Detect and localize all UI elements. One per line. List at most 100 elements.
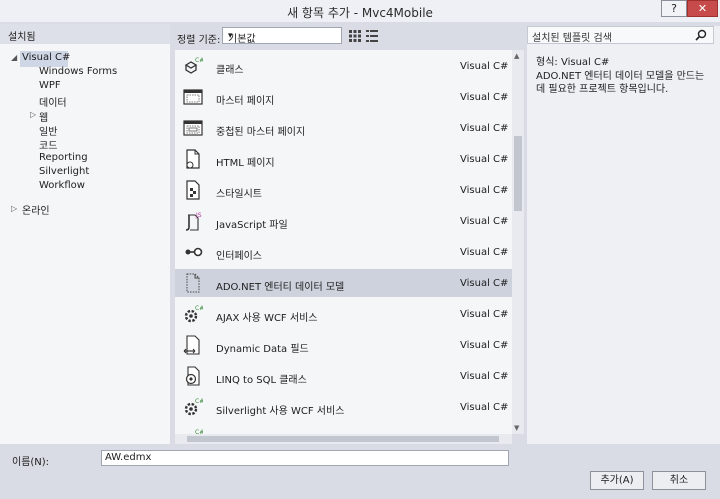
tree-item-visual-csharp[interactable]: Visual C# [22,52,70,63]
tree-item-general[interactable]: 일반 [39,123,57,138]
template-type: Visual C# [460,247,509,258]
svg-text:C#: C# [195,305,203,312]
cancel-button[interactable]: 취소 [652,471,706,490]
template-name: 클래스 [216,65,244,76]
medium-icons-view-icon[interactable] [349,30,361,42]
linq-to-sql-icon [185,366,200,386]
scroll-up-arrow-icon[interactable]: ▲ [514,52,519,60]
template-name: ADO.NET 엔터티 데이터 모델 [216,282,345,293]
template-row[interactable]: 인터페이스 Visual C# [175,238,512,266]
template-name: 마스터 페이지 [216,96,275,107]
installed-header-label: 설치됨 [8,32,36,43]
tree-item-online[interactable]: 온라인 [22,202,50,217]
type-value: Visual C# [560,57,610,68]
search-icon[interactable] [695,29,707,41]
tree-item-web[interactable]: 웹 [39,109,48,124]
title-bar: 새 항목 추가 - Mvc4Mobile ? ✕ [0,0,720,22]
template-row[interactable]: Dynamic Data 필드 Visual C# [175,331,512,359]
sort-label: 정렬 기준: [177,35,221,46]
template-name: LINQ to SQL 클래스 [216,375,307,386]
template-name: AJAX 사용 WCF 서비스 [216,313,318,324]
svg-text:C#: C# [195,57,203,64]
ado-net-model-icon [186,273,200,293]
list-view-icon[interactable] [366,30,378,42]
interface-icon [185,247,203,257]
details-pane: 설치된 템플릿 검색 형식: Visual C# ADO.NET 엔터티 데이터… [527,26,720,444]
scroll-down-arrow-icon[interactable]: ▼ [514,424,519,432]
category-pane: 설치됨 ◢ Visual C# Windows Forms WPF 데이터 ▷ … [0,24,170,444]
template-type: Visual C# [460,123,509,134]
tree-item-data[interactable]: 데이터 [39,94,67,109]
template-type: Visual C# [460,92,509,103]
template-name: Dynamic Data 필드 [216,344,309,355]
tree-item-code[interactable]: 코드 [39,137,57,152]
template-name: 스타일시트 [216,189,262,200]
tree-item-silverlight[interactable]: Silverlight [39,166,89,177]
template-type-info: 형식: Visual C# [536,53,609,68]
tree-item-reporting[interactable]: Reporting [39,152,88,163]
template-search-input[interactable]: 설치된 템플릿 검색 [527,26,714,44]
template-row[interactable]: 마스터 페이지 Visual C# [175,83,512,111]
template-type: Visual C# [460,371,509,382]
window-title: 새 항목 추가 - Mvc4Mobile [287,6,433,20]
template-row[interactable]: LINQ to SQL 클래스 Visual C# [175,362,512,390]
template-list-scrollbar[interactable]: ▲ ▼ [512,50,524,434]
template-list[interactable]: C# 클래스 Visual C# 마스터 페이지 Visual C# 중첩된 마… [175,50,512,434]
tree-item-windows-forms[interactable]: Windows Forms [39,66,117,77]
template-name: Silverlight 사용 WCF 서비스 [216,406,345,417]
template-row-partial[interactable]: C# [175,424,512,434]
name-label: 이름(N): [12,457,50,468]
stylesheet-icon [186,180,200,200]
template-name: HTML 페이지 [216,158,275,169]
svg-text:JS: JS [195,212,202,219]
close-button[interactable]: ✕ [687,0,718,17]
collapsed-arrow-icon[interactable]: ▷ [30,110,36,119]
template-type: Visual C# [460,61,509,72]
nested-master-page-icon [183,120,203,136]
silverlight-wcf-icon: C# [184,398,203,416]
search-placeholder: 설치된 템플릿 검색 [532,33,612,44]
template-type: Visual C# [460,216,509,227]
template-type: Visual C# [460,154,509,165]
template-row[interactable]: 중첩된 마스터 페이지 Visual C# [175,114,512,142]
template-row[interactable]: HTML 페이지 Visual C# [175,145,512,173]
collapsed-arrow-icon[interactable]: ▷ [11,204,17,213]
template-name: 인터페이스 [216,251,262,262]
horizontal-scrollbar-thumb[interactable] [187,436,499,442]
class-icon: C# [184,57,203,74]
master-page-icon [183,89,203,105]
template-name: 중첩된 마스터 페이지 [216,127,306,138]
tree-item-workflow[interactable]: Workflow [39,180,85,191]
wcf-service-icon: C# [184,305,203,323]
template-row[interactable]: C# Silverlight 사용 WCF 서비스 Visual C# [175,393,512,421]
add-button[interactable]: 추가(A) [590,471,644,490]
template-type: Visual C# [460,309,509,320]
scrollbar-thumb[interactable] [514,136,522,211]
template-type: Visual C# [460,278,509,289]
template-row[interactable]: C# 클래스 Visual C# [175,52,512,80]
dialog-footer: 이름(N): AW.edmx 추가(A) 취소 [0,444,720,499]
expand-arrow-icon[interactable]: ◢ [11,53,17,62]
template-type: Visual C# [460,185,509,196]
svg-text:C#: C# [195,398,203,405]
tree-item-wpf[interactable]: WPF [39,80,61,91]
sort-toolbar: 정렬 기준: 기본값 ▾ [175,26,515,46]
name-field[interactable]: AW.edmx [101,450,509,466]
template-type: Visual C# [460,402,509,413]
name-field-value: AW.edmx [105,452,152,463]
template-description: ADO.NET 엔터티 데이터 모델을 만드는 데 필요한 프로젝트 항목입니다… [536,71,705,95]
javascript-file-icon: JS [185,212,202,231]
sort-dropdown[interactable]: 기본값 ▾ [222,27,342,45]
template-row-selected[interactable]: ADO.NET 엔터티 데이터 모델 Visual C# [175,269,512,297]
template-type: Visual C# [460,340,509,351]
template-row[interactable]: 스타일시트 Visual C# [175,176,512,204]
dynamic-data-field-icon [183,335,200,355]
chevron-down-icon: ▾ [228,31,233,41]
horizontal-scrollbar[interactable] [175,434,512,444]
help-button[interactable]: ? [661,0,687,17]
installed-header[interactable]: 설치됨 [0,24,170,44]
type-label: 형식: [536,57,558,68]
template-row[interactable]: JS JavaScript 파일 Visual C# [175,207,512,235]
template-row[interactable]: C# AJAX 사용 WCF 서비스 Visual C# [175,300,512,328]
template-name: JavaScript 파일 [216,220,288,231]
